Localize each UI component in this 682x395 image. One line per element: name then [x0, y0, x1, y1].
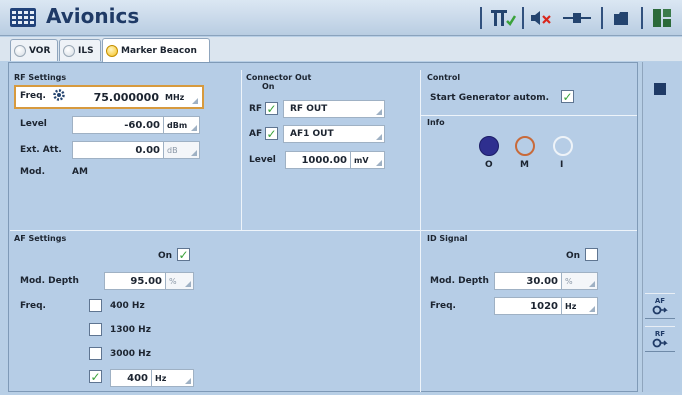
start-generator-checkbox[interactable]: ✓: [561, 90, 574, 103]
af-out-dropdown[interactable]: AF1 OUT: [283, 125, 385, 143]
connector-level-input[interactable]: 1000.00: [285, 151, 351, 169]
divider: [420, 70, 421, 392]
text-tools-icon[interactable]: [488, 8, 518, 28]
freq-1300-checkbox[interactable]: [89, 323, 102, 336]
freq-400-label: 400 Hz: [110, 301, 145, 311]
id-mod-depth-label: Mod. Depth: [430, 276, 489, 286]
radio-selected-icon: [106, 44, 118, 57]
id-freq-label: Freq.: [430, 301, 456, 311]
toolbar-separator: [641, 7, 643, 29]
af-on-label: On: [158, 251, 173, 261]
rf-out-label: RF: [249, 104, 263, 114]
id-on-checkbox[interactable]: [585, 248, 598, 261]
tab-vor[interactable]: VOR: [10, 39, 58, 61]
id-on-label: On: [566, 251, 581, 261]
folder-icon[interactable]: [610, 8, 632, 28]
af-mod-depth-input[interactable]: 95.00: [104, 272, 166, 290]
info-title: Info: [427, 118, 445, 127]
radio-icon: [14, 44, 26, 57]
freq-1300-label: 1300 Hz: [110, 325, 151, 335]
layout-icon[interactable]: [651, 8, 673, 28]
ext-att-unit: dB: [164, 141, 200, 159]
id-mod-depth-input[interactable]: 30.00: [494, 272, 562, 290]
divider: [421, 230, 637, 231]
id-mod-depth-unit: %: [562, 272, 598, 290]
outer-marker-label: O: [485, 160, 493, 170]
af-out-checkbox[interactable]: ✓: [265, 127, 278, 140]
id-signal-title: ID Signal: [427, 234, 468, 243]
gear-icon[interactable]: [52, 88, 66, 102]
af-freq-label: Freq.: [20, 301, 46, 311]
toolbar-separator: [601, 7, 603, 29]
freq-custom-input[interactable]: 400: [110, 369, 152, 387]
connector-level-label: Level: [249, 155, 276, 165]
inner-marker-lamp: [553, 136, 573, 156]
tab-label: VOR: [29, 45, 51, 56]
middle-marker-label: M: [520, 160, 529, 170]
freq-400-checkbox[interactable]: [89, 299, 102, 312]
freq-3000-checkbox[interactable]: [89, 347, 102, 360]
tab-ils[interactable]: ILS: [59, 39, 101, 61]
app-menu-icon[interactable]: [10, 8, 36, 27]
tab-label: ILS: [78, 45, 94, 56]
mod-value: AM: [72, 167, 88, 177]
middle-marker-lamp: [515, 136, 535, 156]
ext-att-input[interactable]: 0.00: [72, 141, 164, 159]
id-freq-unit[interactable]: Hz: [562, 297, 598, 315]
power-arrow-icon: [652, 338, 668, 348]
inner-marker-label: I: [560, 160, 564, 170]
af-mod-depth-label: Mod. Depth: [20, 276, 79, 286]
rf-out-dropdown[interactable]: RF OUT: [283, 100, 385, 118]
rf-out-checkbox[interactable]: ✓: [265, 102, 278, 115]
freq-custom-checkbox[interactable]: ✓: [89, 370, 102, 383]
tab-label: Marker Beacon: [121, 45, 197, 56]
tab-marker-beacon[interactable]: Marker Beacon: [102, 38, 210, 62]
connector-level-unit[interactable]: mV: [351, 151, 385, 169]
freq-custom-unit[interactable]: Hz: [152, 369, 194, 387]
divider: [10, 230, 420, 231]
level-label: Level: [20, 119, 47, 129]
af-on-checkbox[interactable]: ✓: [177, 248, 190, 261]
level-unit[interactable]: dBm: [164, 116, 200, 134]
freq-label: Freq.: [20, 91, 46, 101]
af-mod-depth-unit: %: [166, 272, 194, 290]
rf-button-label: RF: [654, 330, 666, 338]
af-generator-button[interactable]: AF: [645, 293, 675, 319]
connector-out-title: Connector Out: [246, 73, 312, 82]
af-settings-title: AF Settings: [14, 234, 67, 243]
divider: [421, 115, 637, 116]
freq-input[interactable]: 75.000000: [70, 88, 162, 106]
power-arrow-icon: [652, 305, 668, 315]
control-title: Control: [427, 73, 461, 82]
start-generator-label: Start Generator autom.: [430, 93, 550, 103]
toolbar-separator: [480, 7, 482, 29]
af-out-label: AF: [249, 129, 263, 139]
mute-icon[interactable]: [529, 8, 555, 28]
mod-label: Mod.: [20, 167, 46, 177]
toolbar-separator: [522, 7, 524, 29]
level-input[interactable]: -60.00: [72, 116, 164, 134]
af-button-label: AF: [654, 297, 666, 305]
app-title: Avionics: [46, 4, 140, 28]
stop-icon[interactable]: [654, 83, 666, 95]
divider: [241, 70, 242, 230]
radio-icon: [63, 44, 75, 57]
id-freq-input[interactable]: 1020: [494, 297, 562, 315]
rf-generator-button[interactable]: RF: [645, 326, 675, 352]
slider-icon[interactable]: [560, 8, 594, 28]
rf-settings-title: RF Settings: [14, 73, 67, 82]
freq-unit[interactable]: MHz: [162, 88, 200, 106]
ext-att-label: Ext. Att.: [20, 145, 62, 155]
freq-3000-label: 3000 Hz: [110, 349, 151, 359]
connector-on-label: On: [262, 82, 275, 91]
outer-marker-lamp: [479, 136, 499, 156]
